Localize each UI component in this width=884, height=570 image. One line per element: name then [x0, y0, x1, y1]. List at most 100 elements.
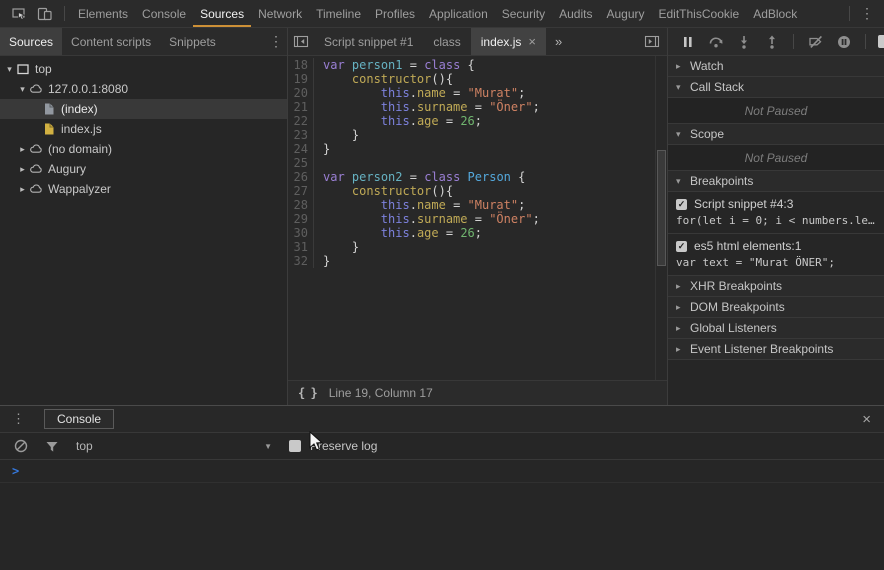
section-event-listener-breakpoints[interactable]: ▸ Event Listener Breakpoints	[668, 339, 884, 360]
breakpoint-checkbox[interactable]: ✓	[676, 240, 687, 252]
main-tab-editthiscookie[interactable]: EditThisCookie	[652, 0, 747, 27]
line-number[interactable]: 23	[288, 128, 314, 142]
main-tab-elements[interactable]: Elements	[71, 0, 135, 27]
editor-tab-index-js[interactable]: index.js ×	[470, 28, 547, 55]
filter-icon[interactable]	[41, 435, 63, 457]
breakpoint-location[interactable]: es5 html elements:1	[694, 239, 801, 253]
line-number[interactable]: 25	[288, 156, 314, 170]
section-xhr-breakpoints[interactable]: ▸ XHR Breakpoints	[668, 276, 884, 297]
editor-scrollbar[interactable]	[655, 56, 667, 380]
main-tab-console[interactable]: Console	[135, 0, 193, 27]
code-line-text[interactable]: this.age = 26;	[314, 114, 482, 128]
line-number[interactable]: 30	[288, 226, 314, 240]
editor-scrollbar-thumb[interactable]	[657, 150, 666, 266]
clear-console-icon[interactable]	[10, 435, 32, 457]
preserve-log-label[interactable]: Preserve log	[310, 439, 377, 453]
tree-item-127-0-0-1-8080[interactable]: ▾ 127.0.0.1:8080	[0, 79, 287, 99]
console-prompt[interactable]: >	[0, 460, 884, 483]
console-output-area[interactable]	[0, 483, 884, 570]
pretty-print-icon[interactable]: { }	[298, 386, 318, 400]
close-drawer-icon[interactable]: ×	[862, 412, 871, 427]
tree-item-wappalyzer[interactable]: ▸ Wappalyzer	[0, 179, 287, 199]
main-tab-augury[interactable]: Augury	[599, 0, 651, 27]
code-line-text[interactable]: this.age = 26;	[314, 226, 482, 240]
inspect-element-icon[interactable]	[6, 1, 32, 27]
section-breakpoints[interactable]: ▾ Breakpoints	[668, 171, 884, 192]
tree-item-no-domain[interactable]: ▸ (no domain)	[0, 139, 287, 159]
tree-item-index[interactable]: (index)	[0, 99, 287, 119]
section-call-stack[interactable]: ▾ Call Stack	[668, 77, 884, 98]
breakpoint-checkbox[interactable]: ✓	[676, 198, 687, 210]
expander-icon[interactable]: ▸	[17, 164, 28, 175]
line-number[interactable]: 31	[288, 240, 314, 254]
section-dom-breakpoints[interactable]: ▸ DOM Breakpoints	[668, 297, 884, 318]
navigator-tab-snippets[interactable]: Snippets	[160, 28, 225, 55]
pause-on-exceptions-icon[interactable]	[831, 29, 856, 54]
line-number[interactable]: 32	[288, 254, 314, 268]
editor-tab-script-snippet-1[interactable]: Script snippet #1	[314, 28, 423, 55]
line-number[interactable]: 19	[288, 72, 314, 86]
code-line-text[interactable]	[314, 156, 323, 170]
show-navigator-icon[interactable]	[288, 29, 314, 55]
overflow-menu-icon[interactable]: ⋮	[856, 5, 878, 22]
code-editor[interactable]: 18 var person1 = class {19 constructor(){…	[288, 56, 667, 380]
code-line-text[interactable]: constructor(){	[314, 72, 453, 86]
line-number[interactable]: 28	[288, 198, 314, 212]
code-line-text[interactable]: var person2 = class Person {	[314, 170, 525, 184]
drawer-overflow-menu-icon[interactable]: ⋮	[0, 411, 37, 427]
step-into-icon[interactable]	[731, 29, 756, 54]
main-tab-network[interactable]: Network	[251, 0, 309, 27]
step-out-icon[interactable]	[759, 29, 784, 54]
expander-icon[interactable]: ▾	[4, 64, 15, 75]
code-line-text[interactable]: this.surname = "Öner";	[314, 212, 540, 226]
code-line-text[interactable]: }	[314, 142, 330, 156]
step-over-icon[interactable]	[703, 29, 728, 54]
show-debugger-icon[interactable]	[639, 29, 665, 55]
code-line-text[interactable]: this.name = "Murat";	[314, 86, 526, 100]
main-tab-timeline[interactable]: Timeline	[309, 0, 368, 27]
code-line-text[interactable]: }	[314, 128, 359, 142]
async-checkbox[interactable]	[878, 35, 884, 48]
line-number[interactable]: 26	[288, 170, 314, 184]
deactivate-breakpoints-icon[interactable]	[803, 29, 828, 54]
code-line-text[interactable]: }	[314, 254, 330, 268]
section-watch[interactable]: ▸ Watch	[668, 56, 884, 77]
main-tab-adblock[interactable]: AdBlock	[746, 0, 804, 27]
section-global-listeners[interactable]: ▸ Global Listeners	[668, 318, 884, 339]
navigator-overflow-menu-icon[interactable]: ⋮	[265, 33, 287, 50]
tree-item-augury[interactable]: ▸ Augury	[0, 159, 287, 179]
code-line-text[interactable]: constructor(){	[314, 184, 453, 198]
code-line-text[interactable]: this.surname = "Öner";	[314, 100, 540, 114]
main-tab-security[interactable]: Security	[495, 0, 552, 27]
code-line-text[interactable]: }	[314, 240, 359, 254]
line-number[interactable]: 27	[288, 184, 314, 198]
close-tab-icon[interactable]: ×	[528, 35, 536, 48]
main-tab-sources[interactable]: Sources	[193, 0, 251, 27]
main-tab-application[interactable]: Application	[422, 0, 495, 27]
pause-script-icon[interactable]	[675, 29, 700, 54]
line-number[interactable]: 22	[288, 114, 314, 128]
code-line-text[interactable]: this.name = "Murat";	[314, 198, 526, 212]
more-tabs-icon[interactable]: »	[546, 34, 571, 49]
editor-tab-class[interactable]: class	[423, 28, 470, 55]
expander-icon[interactable]: ▸	[17, 144, 28, 155]
line-number[interactable]: 21	[288, 100, 314, 114]
device-toolbar-icon[interactable]	[32, 1, 58, 27]
line-number[interactable]: 24	[288, 142, 314, 156]
tree-item-top[interactable]: ▾ top	[0, 59, 287, 79]
breakpoint-location[interactable]: Script snippet #4:3	[694, 197, 793, 211]
line-number[interactable]: 18	[288, 58, 314, 72]
main-tab-audits[interactable]: Audits	[552, 0, 599, 27]
console-drawer-tab[interactable]: Console	[44, 409, 115, 429]
navigator-tab-content-scripts[interactable]: Content scripts	[62, 28, 160, 55]
line-number[interactable]: 20	[288, 86, 314, 100]
frame-context-select[interactable]: top ▼	[72, 439, 272, 453]
preserve-log-checkbox[interactable]	[289, 440, 301, 452]
tree-item-index-js[interactable]: index.js	[0, 119, 287, 139]
section-scope[interactable]: ▾ Scope	[668, 124, 884, 145]
navigator-tab-sources[interactable]: Sources	[0, 28, 63, 55]
code-line-text[interactable]: var person1 = class {	[314, 58, 475, 72]
expander-icon[interactable]: ▸	[17, 184, 28, 195]
main-tab-profiles[interactable]: Profiles	[368, 0, 422, 27]
expander-icon[interactable]: ▾	[17, 84, 28, 95]
